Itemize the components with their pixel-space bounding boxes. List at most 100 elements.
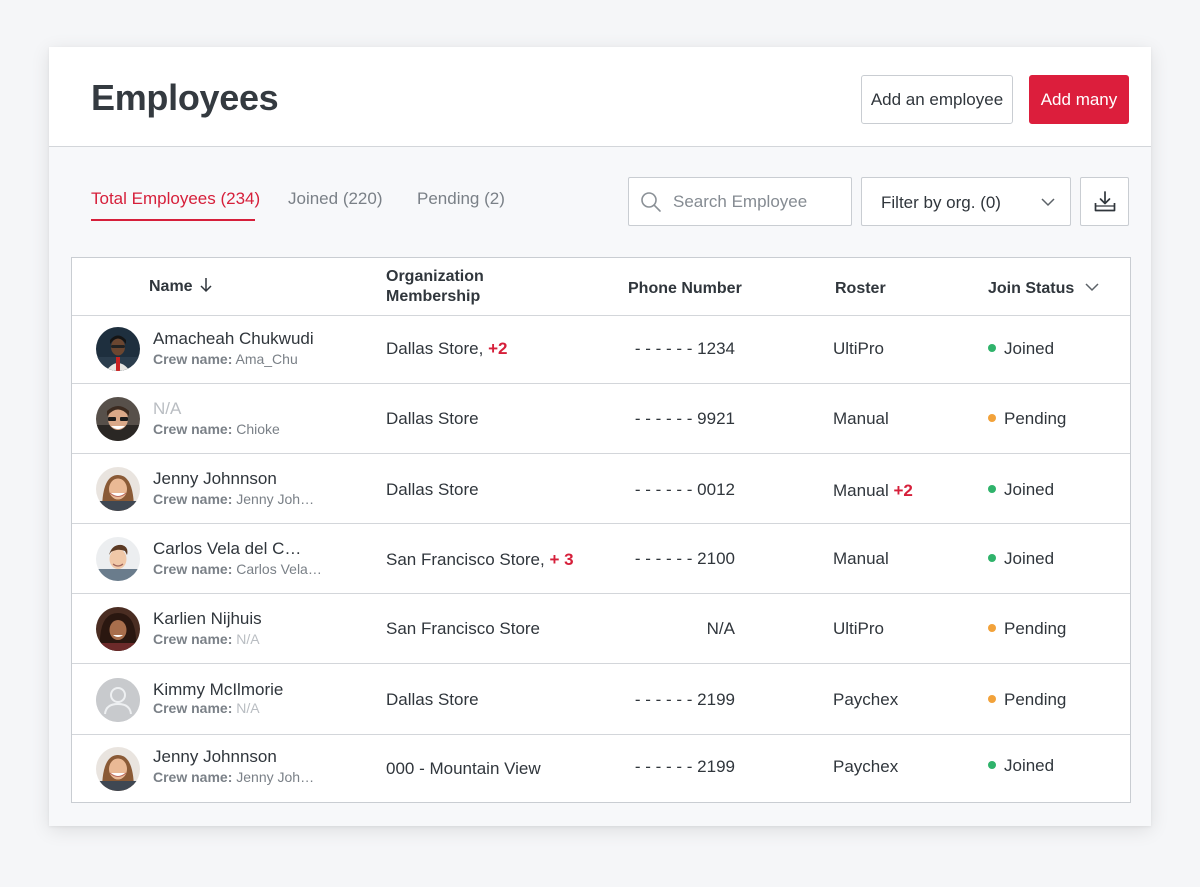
phone-cell: - - - - - - 0012 xyxy=(634,480,735,499)
chevron-down-icon xyxy=(1041,198,1055,207)
table-row[interactable]: Jenny Johnnson Crew name: Jenny Joh… 000… xyxy=(72,735,1130,802)
join-status-value: Pending xyxy=(1004,409,1067,428)
organization-value: San Francisco Store, xyxy=(386,550,545,569)
roster-cell: Paychex xyxy=(833,757,898,777)
crew-name-value: Chioke xyxy=(236,421,280,437)
search-box xyxy=(628,177,852,226)
organization-cell: Dallas Store, +2 xyxy=(386,339,507,359)
join-status-value: Pending xyxy=(1004,690,1067,709)
join-status-value: Joined xyxy=(1004,339,1055,358)
table-row[interactable]: Carlos Vela del C… Crew name: Carlos Vel… xyxy=(72,524,1130,594)
status-dot-pending xyxy=(988,624,996,633)
organization-value: San Francisco Store xyxy=(386,619,541,638)
employee-name: Amacheah Chukwudi xyxy=(153,329,314,348)
crew-name: Crew name: Jenny Joh… xyxy=(153,491,314,507)
status-dot-joined xyxy=(988,344,996,353)
tab-total-employees[interactable]: Total Employees (234) xyxy=(91,189,260,209)
join-status: Joined xyxy=(988,756,1054,776)
filter-by-org-select[interactable]: Filter by org. (0) xyxy=(861,177,1071,226)
table-row[interactable]: Jenny Johnnson Crew name: Jenny Joh… Dal… xyxy=(72,454,1130,524)
roster-value: Manual xyxy=(833,409,889,428)
filter-label: Filter by org. (0) xyxy=(881,193,1001,212)
table-row[interactable]: Amacheah Chukwudi Crew name: Ama_Chu Dal… xyxy=(72,315,1130,384)
chevron-down-icon xyxy=(1085,283,1099,292)
add-many-button[interactable]: Add many xyxy=(1029,75,1129,124)
phone-cell: - - - - - - 2199 xyxy=(634,757,735,776)
search-input[interactable] xyxy=(673,188,843,216)
avatar xyxy=(96,607,140,651)
roster-value: UltiPro xyxy=(833,619,885,638)
join-status: Joined xyxy=(988,480,1054,500)
employees-panel: Employees Add an employee Add many Total… xyxy=(49,47,1151,826)
avatar xyxy=(96,467,140,511)
join-status-value: Joined xyxy=(1004,549,1055,568)
table-row[interactable]: N/A Crew name: Chioke Dallas Store - - -… xyxy=(72,384,1130,454)
table-row[interactable]: Kimmy McIlmorie Crew name: N/A Dallas St… xyxy=(72,664,1130,735)
join-status: Pending xyxy=(988,690,1066,710)
employee-name: Jenny Johnnson xyxy=(153,469,277,488)
join-status-value: Joined xyxy=(1004,480,1055,499)
phone-cell: - - - - - - 1234 xyxy=(634,339,735,358)
crew-name: Crew name: N/A xyxy=(153,631,260,647)
organization-cell: Dallas Store xyxy=(386,690,479,710)
crew-name: Crew name: Jenny Joh… xyxy=(153,769,314,785)
column-header-name-label: Name xyxy=(149,278,193,295)
roster-value: Paychex xyxy=(833,690,899,709)
avatar xyxy=(96,537,140,581)
organization-extra-count[interactable]: +2 xyxy=(488,339,507,358)
roster-cell: UltiPro xyxy=(833,619,884,639)
phone-cell: - - - - - - 2199 xyxy=(634,690,735,709)
download-button[interactable] xyxy=(1080,177,1129,226)
column-header-join-status[interactable]: Join Status xyxy=(988,279,1100,299)
crew-name-value: N/A xyxy=(236,700,260,716)
join-status: Joined xyxy=(988,339,1054,359)
avatar xyxy=(96,678,140,722)
download-icon xyxy=(1094,191,1116,212)
crew-name-value: Jenny Joh… xyxy=(236,491,315,507)
tab-pending[interactable]: Pending (2) xyxy=(417,189,505,209)
crew-name-label: Crew name: xyxy=(153,421,233,437)
status-dot-pending xyxy=(988,414,996,423)
organization-value: Dallas Store xyxy=(386,409,479,428)
roster-cell: UltiPro xyxy=(833,339,884,359)
tab-joined[interactable]: Joined (220) xyxy=(288,189,383,209)
crew-name-value: N/A xyxy=(236,631,260,647)
roster-cell: Manual xyxy=(833,549,889,569)
roster-value: UltiPro xyxy=(833,339,885,358)
crew-name-label: Crew name: xyxy=(153,700,233,716)
roster-cell: Manual +2 xyxy=(833,481,913,501)
join-status: Pending xyxy=(988,619,1066,639)
status-dot-pending xyxy=(988,695,996,704)
search-icon xyxy=(641,192,661,212)
employee-name: Karlien Nijhuis xyxy=(153,609,262,628)
crew-name-value: Ama_Chu xyxy=(235,351,298,367)
avatar xyxy=(96,397,140,441)
crew-name: Crew name: Carlos Vela… xyxy=(153,561,322,577)
column-header-organization: Organization Membership xyxy=(386,267,484,307)
default-avatar-icon xyxy=(96,678,140,722)
join-status-value: Joined xyxy=(1004,756,1055,775)
roster-value: Manual xyxy=(833,549,889,568)
employees-table: Name Organization Membership Phone Numbe… xyxy=(71,257,1131,803)
crew-name: Crew name: Chioke xyxy=(153,421,280,437)
column-header-name[interactable]: Name xyxy=(149,277,213,297)
organization-cell: 000 - Mountain View xyxy=(386,759,541,779)
table-row[interactable]: Karlien Nijhuis Crew name: N/A San Franc… xyxy=(72,594,1130,664)
status-dot-joined xyxy=(988,761,996,770)
organization-value: Dallas Store xyxy=(386,480,479,499)
add-employee-button[interactable]: Add an employee xyxy=(861,75,1013,124)
employee-name: N/A xyxy=(153,399,182,418)
phone-cell: - - - - - - 9921 xyxy=(634,409,735,428)
organization-value: Dallas Store xyxy=(386,690,479,709)
crew-name: Crew name: N/A xyxy=(153,700,260,716)
phone-cell: N/A xyxy=(706,619,735,638)
roster-value: Manual xyxy=(833,481,889,500)
employee-name: Carlos Vela del C… xyxy=(153,539,302,558)
arrow-down-icon xyxy=(200,278,212,293)
crew-name: Crew name: Ama_Chu xyxy=(153,351,298,367)
column-header-phone: Phone Number xyxy=(628,280,742,297)
organization-cell: Dallas Store xyxy=(386,409,479,429)
crew-name-label: Crew name: xyxy=(153,491,233,507)
page-title: Employees xyxy=(91,77,279,118)
roster-extra-count[interactable]: +2 xyxy=(894,481,913,500)
